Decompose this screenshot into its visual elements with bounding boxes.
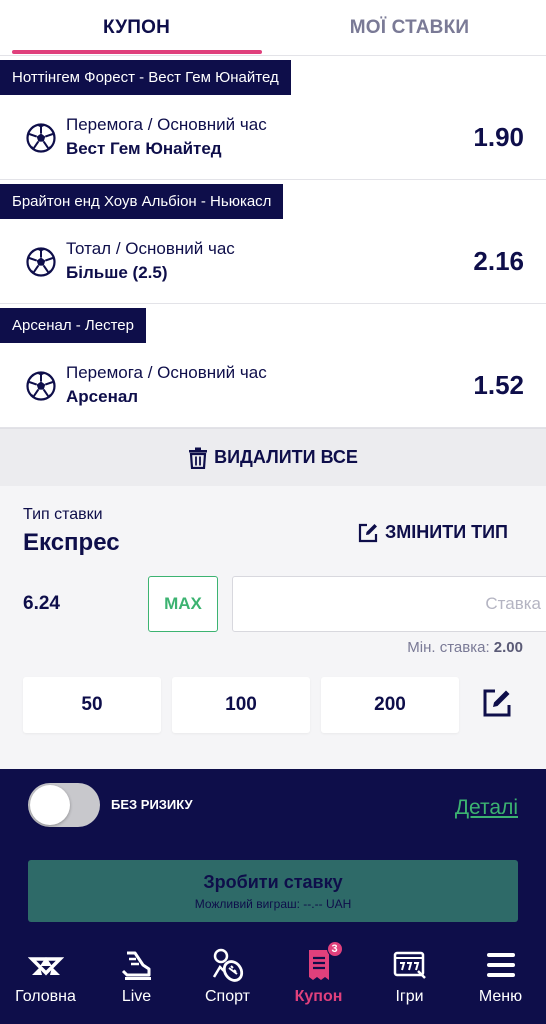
match-label: Брайтон енд Хоув Альбіон - Ньюкасл	[0, 184, 284, 219]
sport-icon	[212, 948, 243, 982]
bet-item: Брайтон енд Хоув Альбіон - Ньюкасл Тотал…	[0, 184, 546, 304]
nav-live[interactable]: Live	[91, 939, 182, 1024]
nav-home-label: Головна	[15, 988, 76, 1005]
nav-menu-label: Меню	[478, 988, 523, 1005]
tab-coupon[interactable]: КУПОН	[0, 0, 273, 56]
no-risk-label: БЕЗ РИЗИКУ	[111, 797, 193, 812]
nav-games-label: Ігри	[395, 988, 424, 1005]
tab-my-bets[interactable]: МОЇ СТАВКИ	[273, 0, 546, 56]
selection-name: Більше (2.5)	[66, 263, 168, 282]
nav-sport[interactable]: Спорт	[182, 939, 273, 1024]
edit-quick-stakes-icon[interactable]	[482, 688, 512, 718]
trash-icon	[189, 447, 208, 469]
total-odds: 6.24	[23, 593, 60, 614]
nav-menu[interactable]: Меню	[455, 939, 546, 1024]
nav-home[interactable]: Головна	[0, 939, 91, 1024]
market-name: Перемога / Основний час	[66, 363, 267, 382]
change-type-button[interactable]: ЗМІНИТИ ТИП	[358, 522, 508, 543]
menu-icon	[486, 953, 515, 977]
quick-stake-button[interactable]: 200	[321, 677, 459, 733]
quick-stake-button[interactable]: 50	[23, 677, 161, 733]
bet-item: Арсенал - Лестер Перемога / Основний час…	[0, 308, 546, 428]
details-link[interactable]: Деталі	[455, 796, 518, 820]
nav-coupon[interactable]: 3 Купон	[273, 939, 364, 1024]
bet-selection[interactable]: Тотал / Основний час Більше (2.5) 2.16	[0, 219, 546, 304]
bet-type-caption: Тип ставки	[23, 506, 103, 523]
no-risk-toggle[interactable]	[28, 783, 100, 827]
min-stake-value: 2.00	[493, 639, 523, 656]
odds-value: 1.52	[473, 370, 524, 400]
market-name: Перемога / Основний час	[66, 115, 267, 134]
coupon-tabs: КУПОН МОЇ СТАВКИ	[0, 0, 546, 56]
min-stake: Мін. ставка: 2.00	[407, 639, 523, 656]
soccer-ball-icon	[26, 371, 56, 401]
home-logo-icon	[27, 957, 64, 976]
selection-name: Арсенал	[66, 387, 139, 406]
change-type-label: ЗМІНИТИ ТИП	[384, 522, 508, 542]
quick-stake-button[interactable]: 100	[172, 677, 310, 733]
bet-item: Ноттінгем Форест - Вест Гем Юнайтед Пере…	[0, 60, 546, 180]
live-icon	[121, 951, 151, 980]
nav-live-label: Live	[121, 988, 152, 1005]
delete-all-button[interactable]: ВИДАЛИТИ ВСЕ	[0, 428, 546, 486]
market-name: Тотал / Основний час	[66, 239, 235, 258]
stake-input[interactable]	[232, 576, 546, 632]
bet-type-value: Експрес	[23, 529, 120, 556]
bet-selection[interactable]: Перемога / Основний час Вест Гем Юнайтед…	[0, 95, 546, 180]
min-stake-label: Мін. ставка:	[407, 639, 490, 656]
place-bet-button[interactable]: Зробити ставку Можливий виграш: --.-- UA…	[28, 860, 518, 922]
nav-sport-label: Спорт	[205, 988, 250, 1005]
possible-win: Можливий виграш: --.-- UAH	[194, 896, 352, 911]
active-tab-indicator	[12, 50, 262, 54]
soccer-ball-icon	[26, 123, 56, 153]
games-icon	[393, 951, 426, 979]
toggle-knob	[30, 785, 70, 825]
odds-value: 1.90	[473, 122, 524, 152]
edit-icon	[358, 523, 378, 542]
coupon-count-badge: 3	[326, 941, 343, 957]
odds-value: 2.16	[473, 246, 524, 276]
delete-all-label: ВИДАЛИТИ ВСЕ	[214, 447, 358, 467]
soccer-ball-icon	[26, 247, 56, 277]
max-stake-button[interactable]: MAX	[148, 576, 218, 632]
bottom-navigation: Головна Live Спорт 3 Купон Ігри Меню	[0, 939, 546, 1024]
nav-coupon-label: Купон	[294, 988, 343, 1005]
place-bet-panel: БЕЗ РИЗИКУ Деталі Зробити ставку Можливи…	[0, 769, 546, 939]
nav-games[interactable]: Ігри	[364, 939, 455, 1024]
place-bet-title: Зробити ставку	[203, 871, 343, 892]
coupon-icon-wrap: 3	[301, 941, 343, 983]
bet-slip-settings: Тип ставки Експрес ЗМІНИТИ ТИП 6.24 MAX …	[0, 486, 546, 769]
selection-name: Вест Гем Юнайтед	[66, 139, 222, 158]
bet-selection[interactable]: Перемога / Основний час Арсенал 1.52	[0, 343, 546, 428]
match-label: Ноттінгем Форест - Вест Гем Юнайтед	[0, 60, 291, 95]
match-label: Арсенал - Лестер	[0, 308, 146, 343]
